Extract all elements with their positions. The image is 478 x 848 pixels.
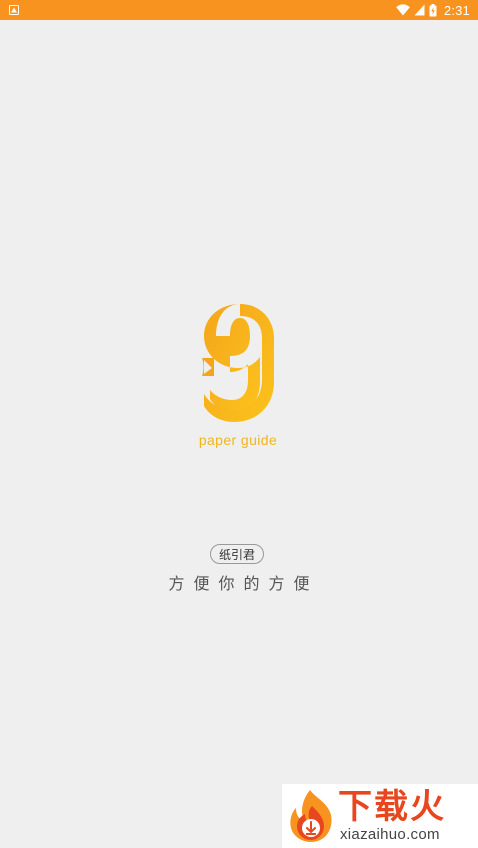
fire-logo-icon [290, 790, 332, 842]
status-time: 2:31 [443, 2, 470, 18]
splash-screen: 2:31 paper guide 纸引君 方便你的方便 下载火 xiazaihu… [0, 0, 478, 848]
cell-signal-icon [414, 4, 425, 16]
battery-charging-icon [429, 3, 437, 16]
watermark: 下载火 xiazaihuo.com [282, 784, 478, 848]
brand-name: 纸引君 [218, 547, 255, 562]
watermark-domain: xiazaihuo.com [340, 826, 440, 843]
logo-caption: paper guide [198, 432, 278, 448]
paper-guide-logo-icon [202, 304, 274, 422]
wifi-icon [396, 4, 410, 16]
status-bar: 2:31 [0, 0, 478, 20]
slogan: 方便你的方便 [168, 574, 319, 593]
brand-name-badge: 纸引君 [210, 544, 264, 564]
watermark-title: 下载火 [338, 787, 446, 827]
status-icons: 2:31 [396, 0, 470, 20]
app-notification-icon [9, 5, 19, 15]
